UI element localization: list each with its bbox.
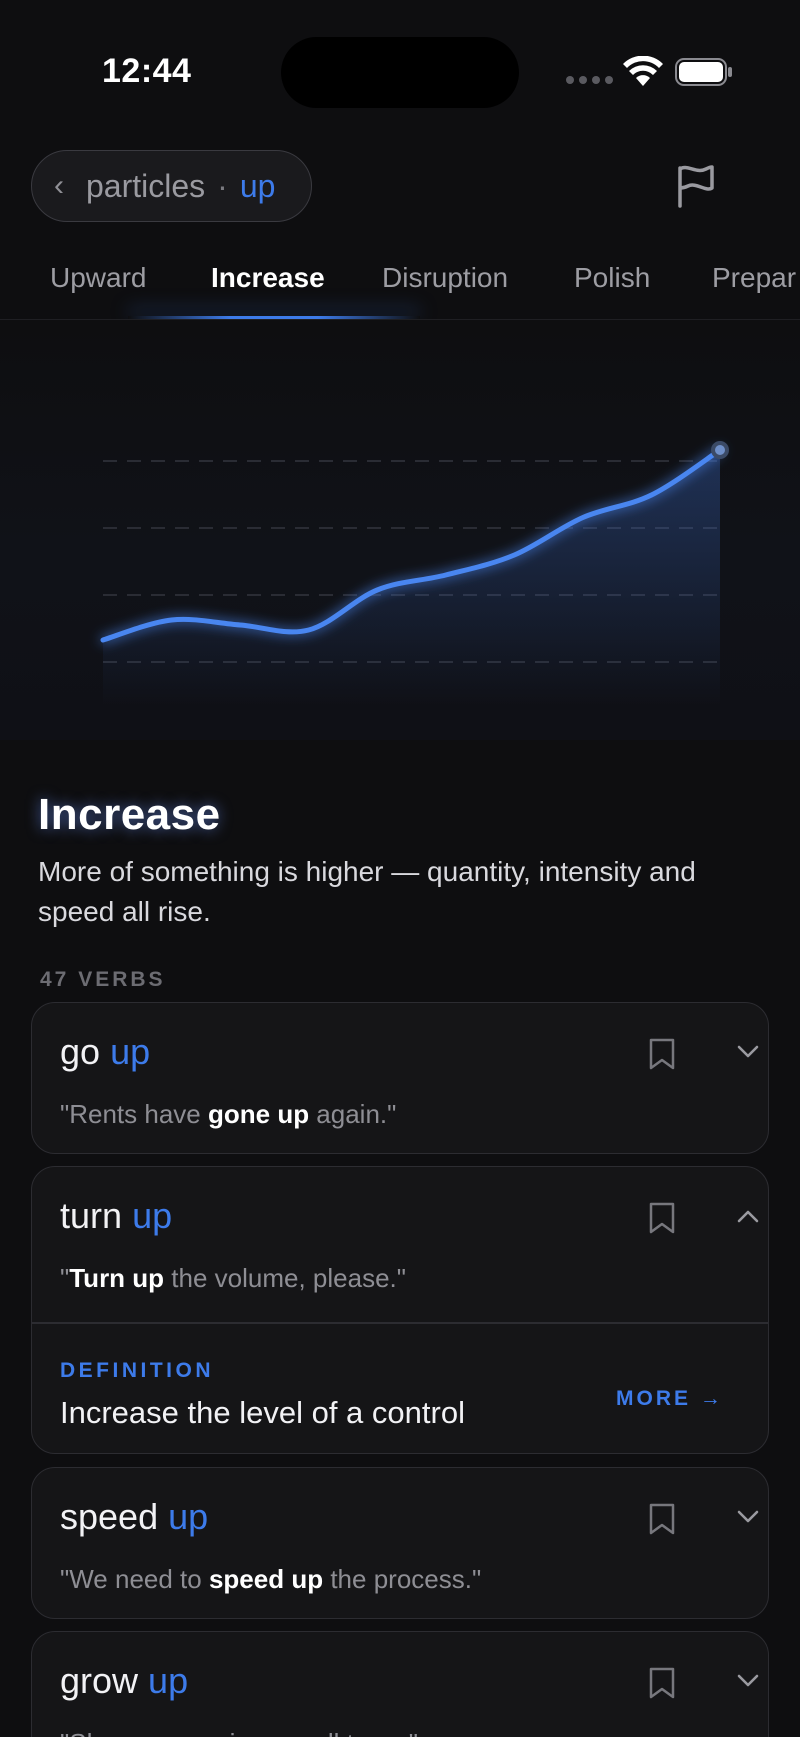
tab-disruption[interactable]: Disruption (382, 262, 508, 294)
cellular-signal-icon (566, 76, 613, 84)
tab-polish[interactable]: Polish (574, 262, 650, 294)
breadcrumb-particle: up (239, 167, 276, 204)
active-tab-indicator (128, 316, 420, 319)
verb-card-expanded[interactable]: turn up "Turn up the volume, please." DE… (31, 1166, 769, 1454)
bookmark-icon[interactable] (647, 1201, 677, 1235)
verb-title: grow up (60, 1660, 189, 1701)
breadcrumb-separator: · (217, 167, 228, 204)
dynamic-island (281, 37, 519, 108)
chart-endpoint (711, 441, 729, 459)
section-description: More of something is higher — quantity, … (38, 856, 696, 927)
chevron-down-icon[interactable] (737, 1510, 759, 1524)
example-sentence: "Turn up the volume, please." (60, 1263, 406, 1293)
breadcrumb-parent: particles (86, 167, 206, 204)
example-sentence: "Rents have gone up again." (60, 1099, 397, 1129)
chevron-left-icon: ‹ (54, 169, 64, 202)
category-tabs: Upward Increase Disruption Polish Prepar (0, 250, 800, 320)
verb-card[interactable]: speed up "We need to speed up the proces… (31, 1467, 769, 1619)
tab-upward[interactable]: Upward (50, 262, 146, 294)
flag-icon[interactable] (672, 162, 720, 210)
bookmark-icon[interactable] (647, 1037, 677, 1071)
section-title: Increase (38, 790, 221, 839)
definition-text: Increase the level of a control (60, 1395, 465, 1430)
card-divider (32, 1322, 768, 1324)
verb-title: turn up (60, 1195, 173, 1236)
more-link[interactable]: MORE → (616, 1387, 724, 1411)
chevron-down-icon[interactable] (737, 1674, 759, 1688)
wifi-icon (623, 56, 663, 86)
verb-title: speed up (60, 1496, 209, 1537)
chart-area (0, 320, 800, 740)
status-time: 12:44 (102, 52, 192, 90)
verb-count: 47 VERBS (40, 968, 166, 991)
back-button[interactable]: ‹ particles · up (31, 150, 312, 222)
tab-increase[interactable]: Increase (211, 262, 325, 294)
status-bar: 12:44 (0, 0, 800, 120)
verb-card[interactable]: grow up "She grew up in a small town." (31, 1631, 769, 1737)
chevron-up-icon[interactable] (737, 1209, 759, 1223)
screen: 12:44 ‹ particles · up Upward Increase D… (0, 0, 800, 1737)
increase-chart (100, 441, 729, 705)
chart-area-fill (103, 450, 720, 705)
verb-card[interactable]: go up "Rents have gone up again." (31, 1002, 769, 1154)
tab-preparation[interactable]: Prepar (712, 262, 796, 294)
definition-label: DEFINITION (60, 1359, 214, 1382)
bookmark-icon[interactable] (647, 1666, 677, 1700)
example-sentence: "We need to speed up the process." (60, 1564, 482, 1594)
battery-icon (675, 58, 732, 86)
verb-title: go up (60, 1031, 151, 1072)
chevron-down-icon[interactable] (737, 1045, 759, 1059)
bookmark-icon[interactable] (647, 1502, 677, 1536)
example-sentence: "She grew up in a small town." (60, 1728, 418, 1737)
